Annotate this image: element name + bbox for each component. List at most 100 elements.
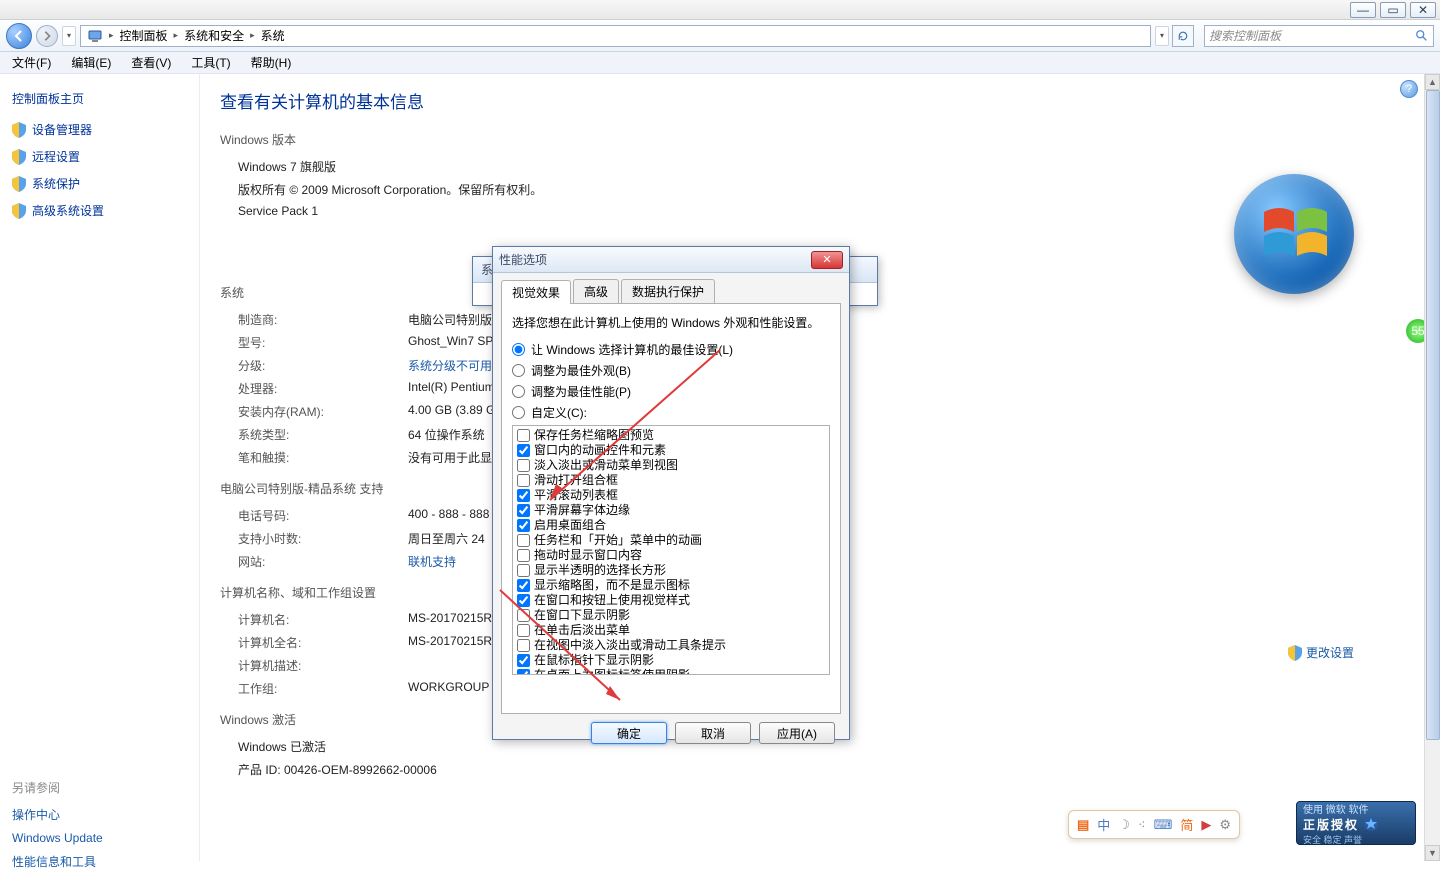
radio-input[interactable] [512, 406, 525, 419]
ime-record-icon[interactable]: ▶ [1201, 817, 1211, 833]
radio-option-2[interactable]: 调整为最佳性能(P) [512, 383, 830, 400]
checkbox-row-11[interactable]: 在窗口和按钮上使用视觉样式 [515, 593, 827, 608]
sidebar-link-protection[interactable]: 系统保护 [12, 175, 187, 192]
sidebar-link-advanced[interactable]: 高级系统设置 [12, 202, 187, 219]
checkbox-row-16[interactable]: 在桌面上为图标标签使用阴影 [515, 668, 827, 675]
ime-logo-icon[interactable]: ▤ [1077, 817, 1089, 833]
sidebar-home-link[interactable]: 控制面板主页 [12, 90, 187, 107]
breadcrumb-item[interactable]: 系统 [257, 27, 289, 44]
checkbox-input[interactable] [517, 609, 530, 622]
ime-toolbar[interactable]: ▤ 中 ☽ ⁖ ⌨ 简 ▶ ⚙ [1068, 810, 1240, 839]
ime-gear-icon[interactable]: ⚙ [1219, 817, 1231, 833]
radio-input[interactable] [512, 343, 525, 356]
checkbox-label: 显示缩略图，而不是显示图标 [534, 578, 690, 593]
address-bar[interactable]: ▸ 控制面板 ▸ 系统和安全 ▸ 系统 [80, 25, 1151, 47]
checkbox-input[interactable] [517, 519, 530, 532]
notification-badge[interactable]: 55 [1406, 319, 1424, 343]
checkbox-input[interactable] [517, 594, 530, 607]
search-input[interactable]: 搜索控制面板 [1204, 25, 1434, 47]
checkbox-input[interactable] [517, 549, 530, 562]
checkbox-row-13[interactable]: 在单击后淡出菜单 [515, 623, 827, 638]
ime-lang[interactable]: 中 [1097, 815, 1110, 834]
checkbox-row-7[interactable]: 任务栏和「开始」菜单中的动画 [515, 533, 827, 548]
model-label: 型号: [238, 334, 398, 351]
sidebar-link-device-manager[interactable]: 设备管理器 [12, 121, 187, 138]
checkbox-row-4[interactable]: 平滑滚动列表框 [515, 488, 827, 503]
address-dropdown[interactable]: ▾ [1155, 26, 1169, 46]
checkbox-input[interactable] [517, 579, 530, 592]
close-button[interactable]: ✕ [1410, 2, 1436, 18]
sidebar-related-windows-update[interactable]: Windows Update [12, 831, 187, 845]
sidebar-see-also-label: 另请参阅 [12, 779, 187, 796]
minimize-button[interactable]: — [1350, 2, 1376, 18]
radio-option-3[interactable]: 自定义(C): [512, 404, 830, 421]
sidebar-related-perf-tools[interactable]: 性能信息和工具 [12, 853, 187, 870]
visual-effects-list[interactable]: 保存任务栏缩略图预览窗口内的动画控件和元素淡入淡出或滑动菜单到视图滑动打开组合框… [512, 425, 830, 675]
shield-icon [1288, 645, 1302, 661]
computer-desc-label: 计算机描述: [238, 657, 398, 674]
sidebar-link-remote[interactable]: 远程设置 [12, 148, 187, 165]
ime-mode[interactable]: 简 [1180, 815, 1193, 834]
checkbox-input[interactable] [517, 639, 530, 652]
ime-keyboard-icon[interactable]: ⌨ [1154, 817, 1173, 833]
tab-dep[interactable]: 数据执行保护 [621, 279, 715, 303]
checkbox-input[interactable] [517, 474, 530, 487]
nav-back-button[interactable] [6, 23, 32, 49]
checkbox-row-5[interactable]: 平滑屏幕字体边缘 [515, 503, 827, 518]
checkbox-row-14[interactable]: 在视图中淡入淡出或滑动工具条提示 [515, 638, 827, 653]
menu-edit[interactable]: 编辑(E) [65, 52, 117, 73]
checkbox-input[interactable] [517, 669, 530, 675]
checkbox-label: 在窗口下显示阴影 [534, 608, 630, 623]
help-button[interactable]: ? [1400, 80, 1418, 98]
breadcrumb-item[interactable]: 控制面板 [116, 27, 172, 44]
checkbox-input[interactable] [517, 534, 530, 547]
menu-tools[interactable]: 工具(T) [185, 52, 236, 73]
checkbox-input[interactable] [517, 504, 530, 517]
workgroup-label: 工作组: [238, 680, 398, 697]
tab-advanced[interactable]: 高级 [573, 279, 619, 303]
genuine-badge[interactable]: 使用 微软 软件 正版授权 安全 稳定 声誉 [1296, 801, 1416, 845]
ok-button[interactable]: 确定 [591, 722, 667, 744]
scroll-up-button[interactable]: ▲ [1425, 74, 1440, 90]
radio-input[interactable] [512, 364, 525, 377]
apply-button[interactable]: 应用(A) [759, 722, 835, 744]
checkbox-row-0[interactable]: 保存任务栏缩略图预览 [515, 428, 827, 443]
ime-moon-icon[interactable]: ☽ [1118, 817, 1130, 833]
checkbox-input[interactable] [517, 564, 530, 577]
scroll-down-button[interactable]: ▼ [1425, 845, 1440, 861]
menu-view[interactable]: 查看(V) [125, 52, 177, 73]
checkbox-row-3[interactable]: 滑动打开组合框 [515, 473, 827, 488]
checkbox-input[interactable] [517, 624, 530, 637]
checkbox-row-9[interactable]: 显示半透明的选择长方形 [515, 563, 827, 578]
checkbox-input[interactable] [517, 459, 530, 472]
checkbox-row-15[interactable]: 在鼠标指针下显示阴影 [515, 653, 827, 668]
checkbox-row-6[interactable]: 启用桌面组合 [515, 518, 827, 533]
vertical-scrollbar[interactable]: ▲ ▼ [1424, 74, 1440, 861]
scroll-thumb[interactable] [1426, 90, 1440, 740]
menu-help[interactable]: 帮助(H) [245, 52, 298, 73]
checkbox-row-8[interactable]: 拖动时显示窗口内容 [515, 548, 827, 563]
checkbox-input[interactable] [517, 654, 530, 667]
change-settings-link[interactable]: 更改设置 [1288, 644, 1354, 661]
checkbox-row-12[interactable]: 在窗口下显示阴影 [515, 608, 827, 623]
maximize-button[interactable]: ▭ [1380, 2, 1406, 18]
dialog-close-button[interactable]: ✕ [811, 251, 843, 269]
tab-visual-effects[interactable]: 视觉效果 [501, 280, 571, 304]
menu-file[interactable]: 文件(F) [6, 52, 57, 73]
radio-input[interactable] [512, 385, 525, 398]
checkbox-input[interactable] [517, 489, 530, 502]
checkbox-input[interactable] [517, 444, 530, 457]
checkbox-input[interactable] [517, 429, 530, 442]
radio-option-0[interactable]: 让 Windows 选择计算机的最佳设置(L) [512, 341, 830, 358]
nav-history-dropdown[interactable]: ▾ [62, 26, 76, 46]
radio-option-1[interactable]: 调整为最佳外观(B) [512, 362, 830, 379]
cancel-button[interactable]: 取消 [675, 722, 751, 744]
checkbox-row-2[interactable]: 淡入淡出或滑动菜单到视图 [515, 458, 827, 473]
checkbox-row-10[interactable]: 显示缩略图，而不是显示图标 [515, 578, 827, 593]
breadcrumb-item[interactable]: 系统和安全 [180, 27, 248, 44]
nav-forward-button[interactable] [36, 25, 58, 47]
ime-punct-icon[interactable]: ⁖ [1138, 817, 1146, 833]
sidebar-related-action-center[interactable]: 操作中心 [12, 806, 187, 823]
refresh-button[interactable] [1172, 25, 1194, 47]
checkbox-row-1[interactable]: 窗口内的动画控件和元素 [515, 443, 827, 458]
